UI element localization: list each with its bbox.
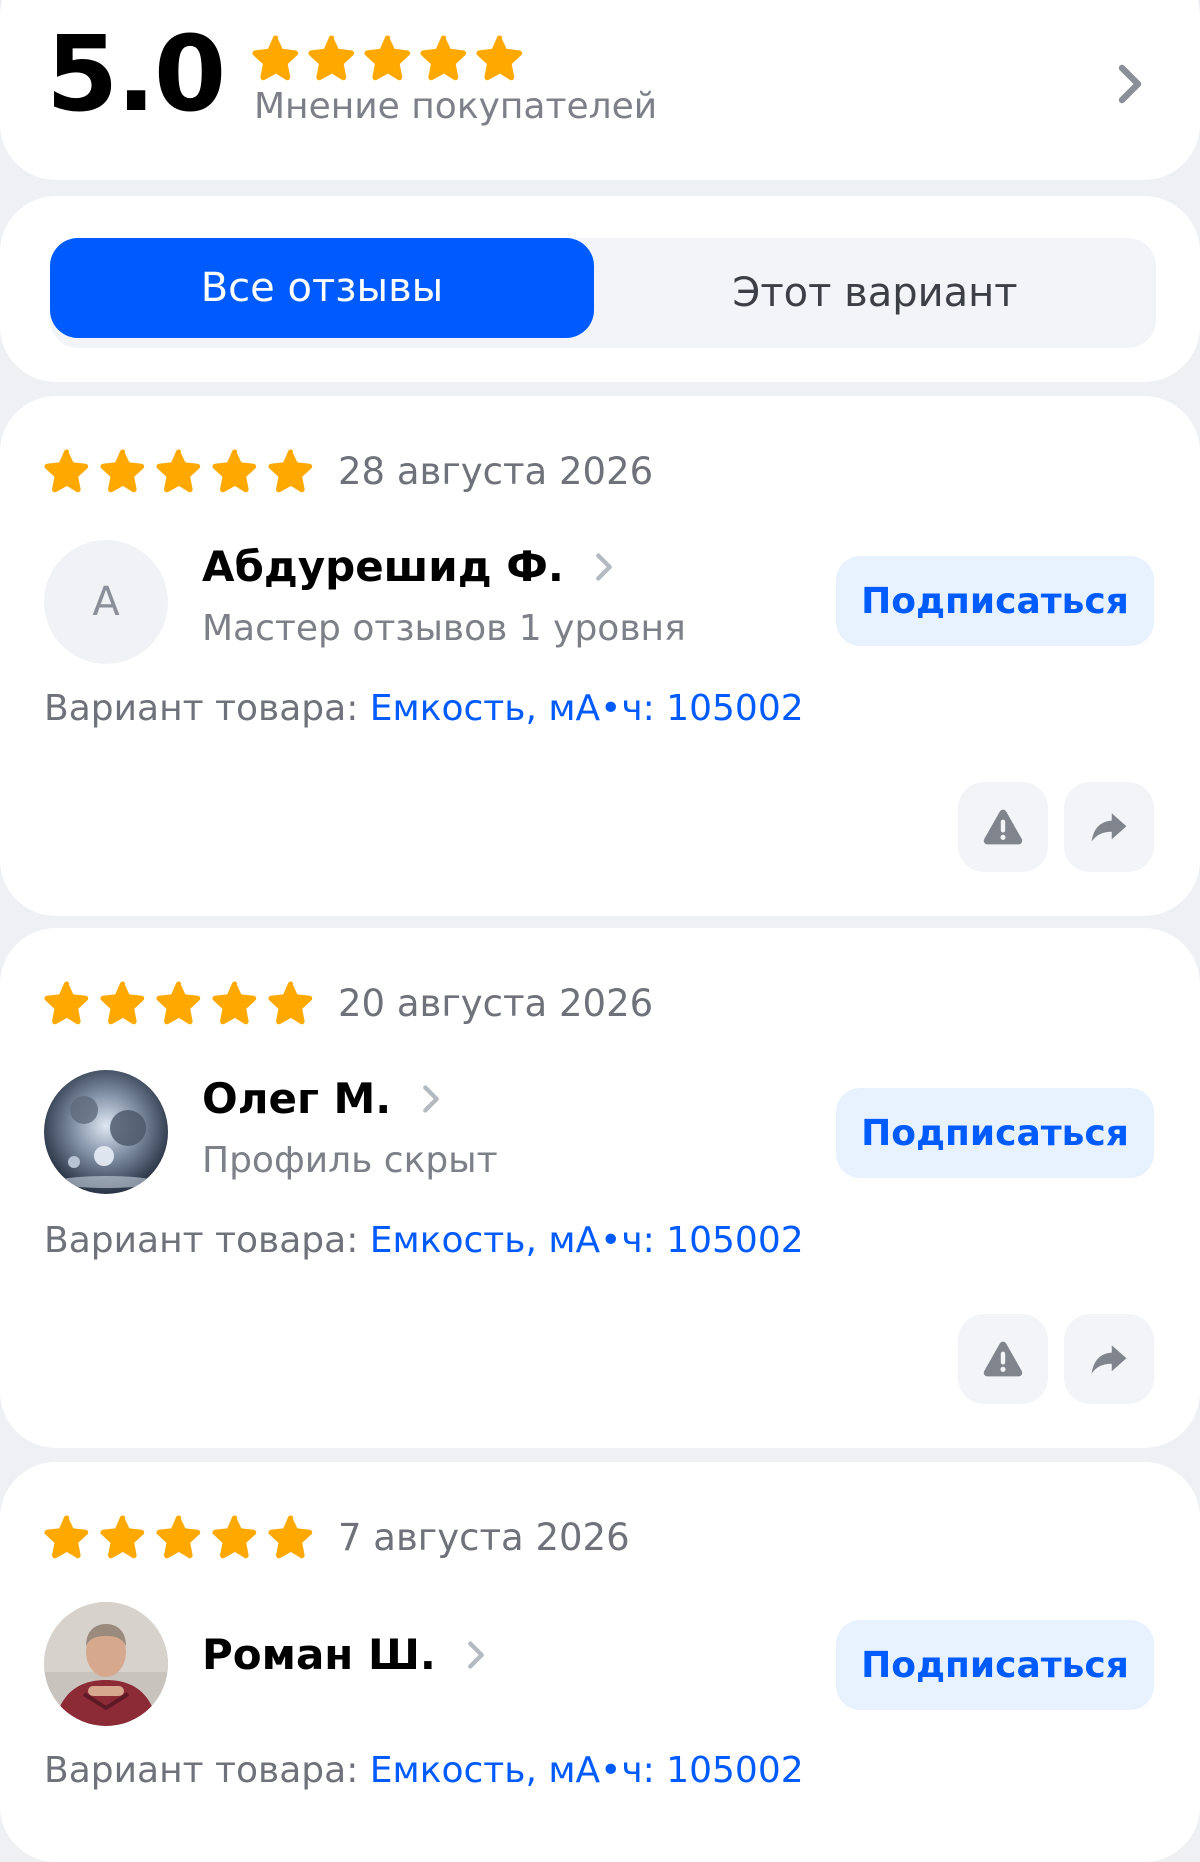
author-link[interactable]: Абдурешид Ф. <box>202 542 614 591</box>
star-icon <box>308 34 356 82</box>
star-icon <box>156 980 202 1026</box>
review-card: 20 августа 2026 Олег М. Профиль скрыт По… <box>0 928 1200 1448</box>
warning-icon <box>983 1341 1023 1377</box>
review-date: 7 августа 2026 <box>338 1515 630 1559</box>
product-variant: Вариант товара: Емкость, мА•ч: 105002 <box>44 1220 804 1261</box>
person-avatar-image <box>44 1602 168 1726</box>
author-name: Абдурешид Ф. <box>202 542 564 591</box>
star-icon <box>156 448 202 494</box>
subscribe-button[interactable]: Подписаться <box>836 556 1154 646</box>
chevron-right-icon[interactable] <box>1116 64 1144 104</box>
star-icon <box>44 448 90 494</box>
author-link[interactable]: Роман Ш. <box>202 1630 486 1679</box>
star-icon <box>100 980 146 1026</box>
star-icon <box>212 448 258 494</box>
star-icon <box>268 1514 314 1560</box>
warning-icon <box>983 809 1023 845</box>
star-icon <box>212 980 258 1026</box>
share-button[interactable] <box>1064 1314 1154 1404</box>
author-link[interactable]: Олег М. <box>202 1074 441 1123</box>
summary-stars <box>252 34 532 82</box>
subscribe-button[interactable]: Подписаться <box>836 1088 1154 1178</box>
avatar[interactable] <box>44 1602 168 1726</box>
chevron-right-icon <box>467 1640 484 1669</box>
variant-value[interactable]: Емкость, мА•ч: 105002 <box>370 1750 804 1791</box>
author-status: Профиль скрыт <box>202 1140 498 1181</box>
star-icon <box>100 448 146 494</box>
subscribe-button[interactable]: Подписаться <box>836 1620 1154 1710</box>
review-card: 7 августа 2026 Роман Ш. Подписаться Вари… <box>0 1462 1200 1862</box>
star-icon <box>476 34 524 82</box>
author-status: Мастер отзывов 1 уровня <box>202 608 686 649</box>
report-button[interactable] <box>958 782 1048 872</box>
product-variant: Вариант товара: Емкость, мА•ч: 105002 <box>44 1750 804 1791</box>
rating-summary-card[interactable]: 5.0 Мнение покупателей <box>0 0 1200 180</box>
star-icon <box>252 34 300 82</box>
star-icon <box>156 1514 202 1560</box>
review-rating: 28 августа 2026 <box>44 448 653 494</box>
variant-label: Вариант товара: <box>44 1750 359 1791</box>
variant-label: Вариант товара: <box>44 1220 359 1261</box>
space-avatar-image <box>44 1070 168 1194</box>
variant-label: Вариант товара: <box>44 688 359 729</box>
star-icon <box>268 448 314 494</box>
share-arrow-icon <box>1091 1345 1127 1374</box>
tab-all-reviews[interactable]: Все отзывы <box>50 238 594 338</box>
review-card: 28 августа 2026 А Абдурешид Ф. Мастер от… <box>0 396 1200 916</box>
rating-caption: Мнение покупателей <box>254 86 658 127</box>
star-icon <box>44 1514 90 1560</box>
avatar[interactable]: А <box>44 540 168 664</box>
tab-this-variant[interactable]: Этот вариант <box>594 238 1156 348</box>
review-rating: 7 августа 2026 <box>44 1514 630 1560</box>
variant-value[interactable]: Емкость, мА•ч: 105002 <box>370 1220 804 1261</box>
chevron-right-icon <box>423 1084 440 1113</box>
star-icon <box>44 980 90 1026</box>
share-arrow-icon <box>1091 813 1127 842</box>
average-rating: 5.0 <box>46 13 226 135</box>
share-button[interactable] <box>1064 782 1154 872</box>
author-name: Роман Ш. <box>202 1630 436 1679</box>
star-icon <box>364 34 412 82</box>
review-filter-card: Все отзывы Этот вариант <box>0 196 1200 382</box>
product-variant: Вариант товара: Емкость, мА•ч: 105002 <box>44 688 804 729</box>
review-date: 28 августа 2026 <box>338 449 654 493</box>
star-icon <box>212 1514 258 1560</box>
review-tabs: Все отзывы Этот вариант <box>50 238 1156 348</box>
avatar[interactable] <box>44 1070 168 1194</box>
report-button[interactable] <box>958 1314 1048 1404</box>
review-rating: 20 августа 2026 <box>44 980 653 1026</box>
author-name: Олег М. <box>202 1074 392 1123</box>
review-date: 20 августа 2026 <box>338 981 654 1025</box>
variant-value[interactable]: Емкость, мА•ч: 105002 <box>370 688 804 729</box>
star-icon <box>420 34 468 82</box>
chevron-right-icon <box>596 552 612 581</box>
star-icon <box>268 980 314 1026</box>
star-icon <box>100 1514 146 1560</box>
